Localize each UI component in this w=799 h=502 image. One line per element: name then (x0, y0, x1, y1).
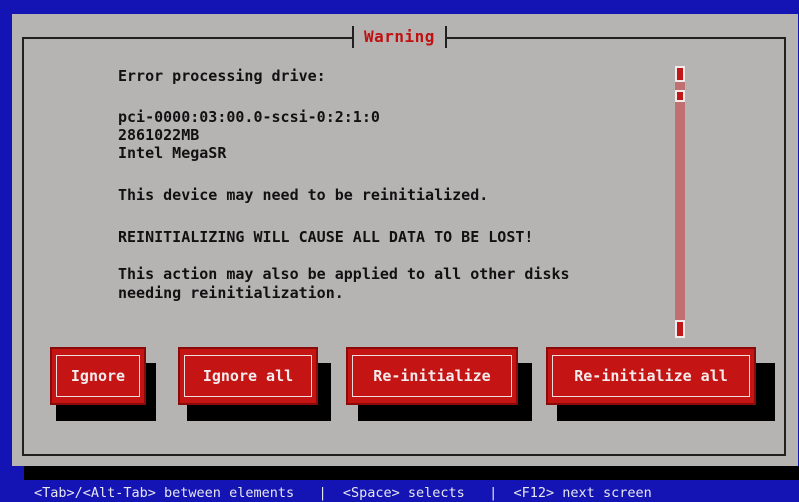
message-line-device-size: 2861022MB (118, 126, 200, 144)
scrollbar-end-marker (675, 320, 685, 338)
ignore-button-label: Ignore (56, 355, 140, 397)
reinitialize-all-button[interactable]: Re-initialize all (546, 347, 756, 405)
message-line-apply-all-cont: needing reinitialization. (118, 284, 344, 302)
installer-screen: Warning Error processing drive: pci-0000… (0, 0, 799, 502)
warning-dialog: Warning Error processing drive: pci-0000… (12, 14, 798, 466)
ignore-all-button-label: Ignore all (184, 355, 312, 397)
dialog-title: Warning (352, 26, 447, 48)
message-line-apply-all: This action may also be applied to all o… (118, 265, 570, 283)
message-line-reinit-notice: This device may need to be reinitialized… (118, 186, 489, 204)
scrollbar-thumb[interactable] (675, 66, 685, 82)
message-line-data-loss-warning: REINITIALIZING WILL CAUSE ALL DATA TO BE… (118, 228, 534, 246)
message-scrollbar[interactable] (675, 66, 685, 338)
key-hints-status-bar: <Tab>/<Alt-Tab> between elements | <Spac… (34, 485, 652, 501)
ignore-button[interactable]: Ignore (50, 347, 146, 405)
message-line-error-heading: Error processing drive: (118, 67, 326, 85)
reinitialize-button-label: Re-initialize (352, 355, 512, 397)
reinitialize-all-button-label: Re-initialize all (552, 355, 750, 397)
scrollbar-thumb-lower (675, 90, 685, 102)
message-line-device-model: Intel MegaSR (118, 144, 227, 162)
dialog-shadow (24, 466, 799, 480)
message-line-device-path: pci-0000:03:00.0-scsi-0:2:1:0 (118, 108, 380, 126)
reinitialize-button[interactable]: Re-initialize (346, 347, 518, 405)
ignore-all-button[interactable]: Ignore all (178, 347, 318, 405)
